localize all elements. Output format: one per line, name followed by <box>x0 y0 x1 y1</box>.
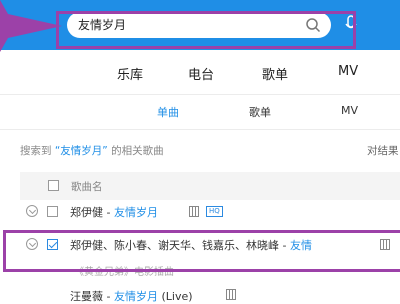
mv-icon[interactable] <box>380 239 390 250</box>
top-bar: 友情岁月 <box>0 0 400 50</box>
table-row[interactable]: 郑伊健、陈小春、谢天华、钱嘉乐、林晓峰 - 友情 《黄金兄弟》电影插曲 <box>0 233 400 278</box>
tab-library[interactable]: 乐库 <box>117 64 143 83</box>
subtab-songs[interactable]: 单曲 <box>157 104 179 120</box>
search-input-value: 友情岁月 <box>78 18 127 32</box>
expand-icon[interactable] <box>26 205 38 217</box>
tab-radio[interactable]: 电台 <box>188 64 214 83</box>
result-suffix: 的相关歌曲 <box>111 145 164 157</box>
song-artist: 郑伊健、陈小春、谢天华、钱嘉乐、林晓峰 - <box>70 239 290 252</box>
select-all-checkbox[interactable] <box>48 180 59 191</box>
table-row[interactable]: 郑伊健 - 友情岁月 HQ <box>0 201 400 225</box>
column-song-name: 歌曲名 <box>71 181 103 193</box>
row-checkbox-checked[interactable] <box>47 239 58 250</box>
song-info: 郑伊健 - 友情岁月 <box>70 204 158 220</box>
paired-results-button[interactable]: 对结果 <box>367 143 399 158</box>
result-summary: 搜索到 “友情岁月” 的相关歌曲 <box>20 143 164 158</box>
sub-tabs: 单曲 歌单 MV <box>0 94 400 130</box>
search-input[interactable]: 友情岁月 <box>67 12 331 38</box>
song-info: 郑伊健、陈小春、谢天华、钱嘉乐、林晓峰 - 友情 <box>70 237 312 253</box>
mv-icon[interactable] <box>189 206 199 217</box>
main-tabs: 乐库 电台 歌单 MV <box>0 52 400 94</box>
song-info: 汪曼薇 - 友情岁月 (Live) <box>70 288 193 304</box>
table-row[interactable]: 汪曼薇 - 友情岁月 (Live) <box>0 288 400 303</box>
result-query: “友情岁月” <box>54 145 108 157</box>
subtab-mv[interactable]: MV <box>341 104 358 117</box>
result-prefix: 搜索到 <box>20 145 52 157</box>
table-header: 歌曲名 <box>20 172 400 200</box>
microphone-icon[interactable] <box>344 15 358 35</box>
tab-mv[interactable]: MV <box>338 64 358 79</box>
hq-badge: HQ <box>206 206 223 217</box>
tab-playlist[interactable]: 歌单 <box>262 64 288 83</box>
song-title[interactable]: 友情 <box>290 239 312 252</box>
row-checkbox[interactable] <box>47 206 58 217</box>
chevron-left-icon <box>2 17 13 33</box>
back-button[interactable] <box>0 14 18 36</box>
song-artist: 郑伊健 - <box>70 206 114 219</box>
song-suffix: (Live) <box>157 290 193 303</box>
expand-icon[interactable] <box>26 238 38 250</box>
song-title[interactable]: 友情岁月 <box>114 206 158 219</box>
song-title[interactable]: 友情岁月 <box>114 290 158 303</box>
song-subtitle: 《黄金兄弟》电影插曲 <box>74 267 174 278</box>
mv-icon[interactable] <box>226 289 236 300</box>
song-artist: 汪曼薇 - <box>70 290 114 303</box>
search-icon[interactable] <box>305 17 321 33</box>
subtab-playlists[interactable]: 歌单 <box>249 104 271 120</box>
